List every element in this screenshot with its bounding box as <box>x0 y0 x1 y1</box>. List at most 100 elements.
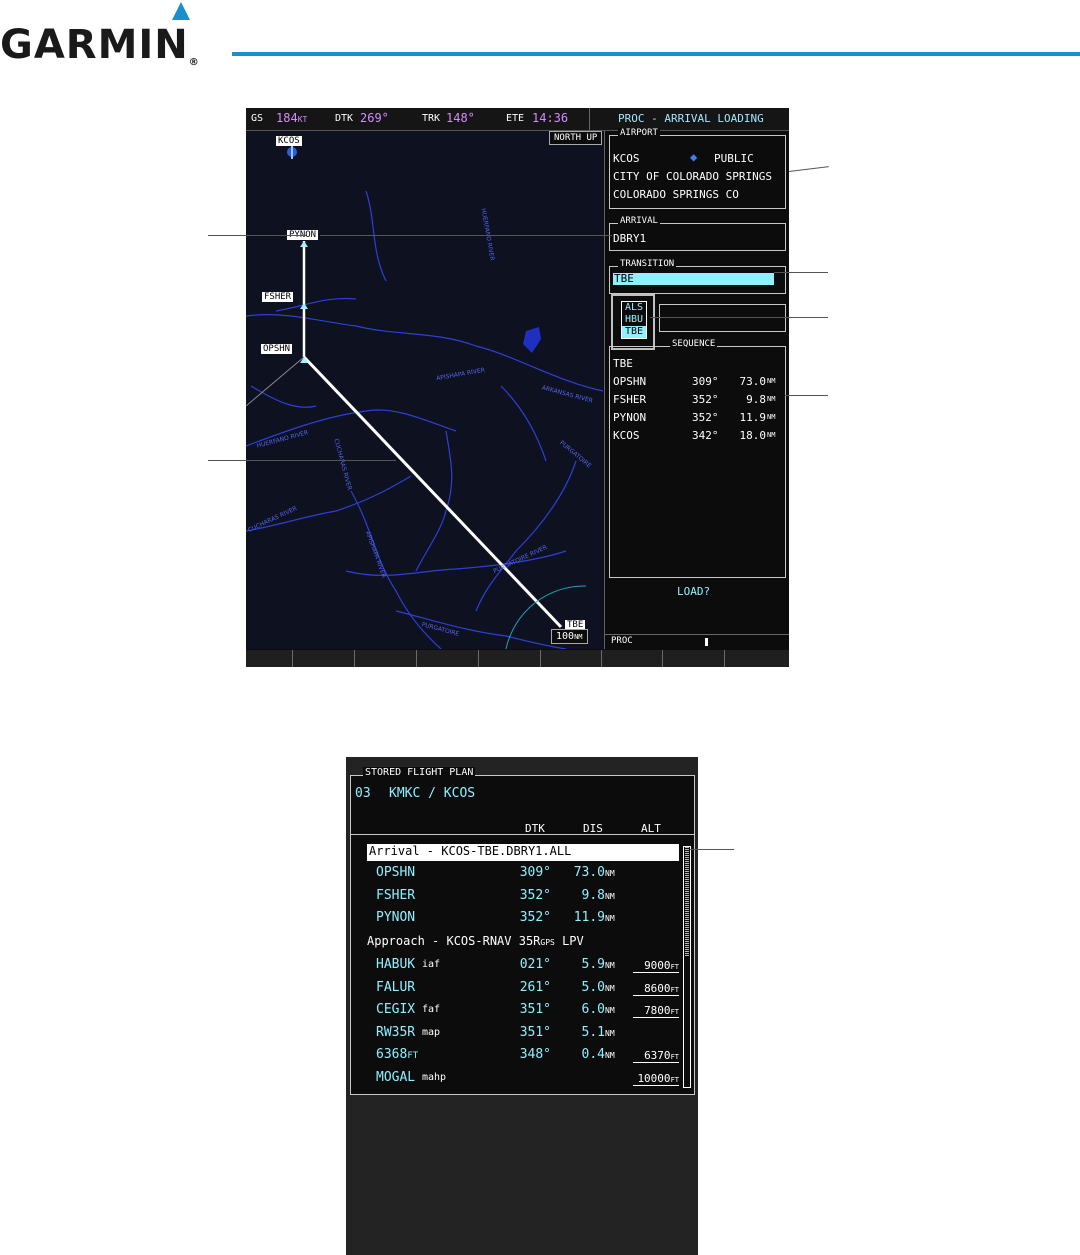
ete-value: 14:36 <box>532 111 569 125</box>
transition-option-tbe[interactable]: TBE <box>622 326 646 338</box>
leg-waypoint: CEGIX <box>376 1002 416 1017</box>
map-range[interactable]: 100NM <box>551 629 588 644</box>
leg-altitude[interactable]: 9000FT <box>633 959 679 973</box>
callout-airport <box>789 166 829 172</box>
leg-altitude[interactable]: 7800FT <box>633 1004 679 1018</box>
lake-shape <box>523 327 541 353</box>
navigation-map[interactable]: NORTH UP KCOS PYNON FSHER OPSHN TBE HUER… <box>246 131 603 649</box>
leg-distance: 5.0 <box>581 979 605 995</box>
fpl-leg-row[interactable]: 6368FT 348° 0.4 NM 6370FT <box>351 1047 681 1067</box>
leg-distance-unit: NM <box>605 983 615 993</box>
sequence-waypoint: FSHER <box>613 393 647 406</box>
transition-field[interactable]: TBE <box>613 272 774 285</box>
softkey-9[interactable] <box>725 650 788 667</box>
transition-option-hbu[interactable]: HBU <box>622 314 646 326</box>
river-lines <box>246 190 603 649</box>
sequence-row[interactable]: PYNON 352° 11.9 NM <box>610 411 785 427</box>
leg-altitude[interactable]: 8600FT <box>633 982 679 996</box>
softkey-8[interactable] <box>663 650 725 667</box>
leg-dtk: 351° <box>519 1024 551 1040</box>
sequence-row[interactable]: KCOS 342° 18.0 NM <box>610 429 785 445</box>
leg-waypoint: RW35R <box>376 1024 416 1040</box>
route-segment-tbe-opshn <box>302 355 563 629</box>
fpl-scroll-thumb[interactable] <box>685 847 689 957</box>
leg-suffix: mahp <box>422 1071 447 1083</box>
airport-box: AIRPORT KCOS ◆ PUBLIC CITY OF COLORADO S… <box>609 128 786 209</box>
airport-type: PUBLIC <box>714 152 754 165</box>
leg-dtk: 309° <box>519 865 551 880</box>
sequence-distance: 9.8 <box>746 393 766 406</box>
softkey-7[interactable] <box>602 650 663 667</box>
fpl-leg-row[interactable]: HABUK iaf 021° 5.9 NM 9000FT <box>351 957 681 977</box>
fpl-leg-row[interactable]: PYNON 352° 11.9 NM <box>351 910 681 930</box>
transition-option-als[interactable]: ALS <box>622 302 646 314</box>
softkey-6[interactable] <box>541 650 602 667</box>
nav-data-bar: GS 184KT DTK 269° TRK 148° ETE 14:36 PRO… <box>246 108 789 131</box>
sequence-waypoint: KCOS <box>613 429 640 442</box>
map-orientation[interactable]: NORTH UP <box>549 131 603 145</box>
leg-distance-unit: NM <box>605 961 615 970</box>
header-alt: ALT <box>641 822 661 835</box>
header-rule <box>232 52 1080 56</box>
leg-dtk: 021° <box>519 957 551 972</box>
registered-mark: ® <box>188 57 200 68</box>
airport-diamond-icon: ◆ <box>690 150 698 164</box>
transition-dropdown[interactable]: ALS HBU TBE <box>611 294 655 350</box>
load-prompt[interactable]: LOAD? <box>677 585 710 598</box>
arrival-value[interactable]: DBRY1 <box>613 232 646 245</box>
softkey-4[interactable] <box>417 650 479 667</box>
sequence-dtk: 309° <box>692 375 719 388</box>
sequence-unit: NM <box>767 431 776 439</box>
status-label: PROC <box>611 636 633 646</box>
leg-distance-unit: NM <box>605 891 615 901</box>
arrival-header-row[interactable]: Arrival - KCOS-TBE.DBRY1.ALL <box>367 844 679 861</box>
leg-distance-unit: NM <box>605 1051 615 1060</box>
fpl-leg-row[interactable]: MOGAL mahp 10000FT <box>351 1070 681 1090</box>
dtk-value: 269° <box>360 111 389 125</box>
fpl-leg-row[interactable]: CEGIX faf 351° 6.0 NM 7800FT <box>351 1002 681 1022</box>
leg-distance: 73.0 <box>573 865 605 880</box>
fpl-leg-row[interactable]: FSHER 352° 9.8 NM <box>351 888 681 908</box>
stored-flight-plan-box: STORED FLIGHT PLAN 03 KMKC / KCOS DTK DI… <box>350 767 695 1095</box>
approach-header[interactable]: Approach - KCOS-RNAV 35RGPS LPV <box>367 934 584 948</box>
status-cursor <box>705 638 708 646</box>
leg-distance-unit: NM <box>605 914 615 923</box>
airport-id[interactable]: KCOS <box>613 152 640 165</box>
nav-separator <box>589 108 590 130</box>
leg-distance: 5.9 <box>581 957 605 972</box>
softkey-5[interactable] <box>479 650 541 667</box>
sequence-box-label: SEQUENCE <box>670 339 718 349</box>
fpl-leg-row[interactable]: OPSHN 309° 73.0 NM <box>351 865 681 885</box>
leg-dtk: 351° <box>519 1002 551 1017</box>
leg-distance-unit: NM <box>605 1006 615 1015</box>
header-dis: DIS <box>583 822 603 835</box>
leg-waypoint: FSHER <box>376 887 416 903</box>
page-title: PROC - ARRIVAL LOADING <box>618 112 764 125</box>
leg-altitude[interactable]: 6370FT <box>633 1049 679 1063</box>
sequence-dtk: 342° <box>692 429 719 442</box>
status-bar: PROC <box>605 634 789 650</box>
leg-altitude[interactable]: 10000FT <box>633 1072 679 1086</box>
sequence-row[interactable]: TBE <box>610 357 785 373</box>
brand-name: GARMIN <box>0 22 189 68</box>
softkey-3[interactable] <box>355 650 417 667</box>
fpl-title: STORED FLIGHT PLAN <box>363 767 476 778</box>
sequence-unit: NM <box>767 395 776 403</box>
fpl-number: 03 <box>355 786 371 801</box>
flight-plan-display: STORED FLIGHT PLAN 03 KMKC / KCOS DTK DI… <box>346 757 698 1255</box>
softkey-1[interactable] <box>246 650 293 667</box>
callout-pynon-dbry1 <box>320 235 612 236</box>
garmin-triangle-icon <box>172 2 190 20</box>
leg-distance-unit: NM <box>605 1028 615 1038</box>
softkey-bar <box>246 650 789 667</box>
airport-name: CITY OF COLORADO SPRINGS <box>613 170 772 183</box>
fpl-scrollbar[interactable] <box>683 846 691 1088</box>
airport-box-label: AIRPORT <box>618 128 660 138</box>
sequence-row[interactable]: FSHER 352° 9.8 NM <box>610 393 785 409</box>
softkey-2[interactable] <box>293 650 355 667</box>
fpl-leg-row[interactable]: FALUR 261° 5.0 NM 8600FT <box>351 980 681 1000</box>
fpl-leg-row[interactable]: RW35R map 351° 5.1 NM <box>351 1025 681 1045</box>
leg-distance: 0.4 <box>581 1047 605 1062</box>
gs-value: 184KT <box>276 111 308 125</box>
sequence-row[interactable]: OPSHN 309° 73.0 NM <box>610 375 785 391</box>
